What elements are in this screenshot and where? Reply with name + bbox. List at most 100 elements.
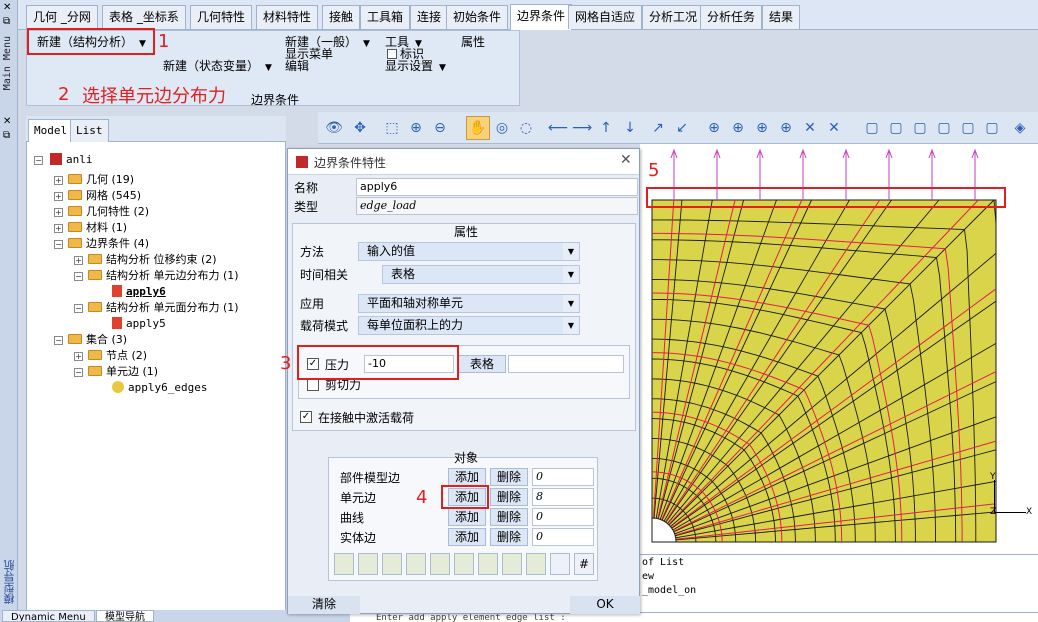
remove-button[interactable]: 删除 <box>490 528 528 546</box>
menu-tab[interactable]: 边界条件 <box>510 4 573 30</box>
menu-tab[interactable]: 几何 _分网 <box>26 5 98 29</box>
tree-item-nodes[interactable]: 节点 (2) <box>88 348 147 364</box>
eye-icon[interactable]: 👁 <box>322 116 346 140</box>
tree-item-bc-face[interactable]: 结构分析 单元面分布力 (1) <box>88 300 239 316</box>
cube-shaded-icon[interactable]: ◈ <box>1008 116 1032 140</box>
fit-view-icon[interactable]: ✥ <box>348 116 372 140</box>
table-field[interactable] <box>508 355 624 373</box>
pan-hand-icon[interactable]: ✋ <box>466 116 490 140</box>
tree-item-bc-disp[interactable]: 结构分析 位移约束 (2) <box>88 252 217 268</box>
cube-view-icon[interactable]: ▢ <box>860 116 884 140</box>
time-select[interactable]: 表格 ▼ <box>382 265 580 284</box>
collapse-icon[interactable]: − <box>74 272 83 281</box>
menu-tab[interactable]: 接触 <box>322 5 361 29</box>
tree-item-sets[interactable]: 集合 (3) <box>68 332 127 348</box>
close-icon[interactable]: ✕ <box>620 152 632 168</box>
select-icon[interactable] <box>478 553 498 575</box>
properties-button[interactable]: 属性 <box>461 33 485 50</box>
load-mode-select[interactable]: 每单位面积上的力 ▼ <box>358 316 580 335</box>
cube-front-icon[interactable]: ▢ <box>884 116 908 140</box>
select-icon[interactable] <box>454 553 474 575</box>
apply-select[interactable]: 平面和轴对称单元 ▼ <box>358 294 580 313</box>
rotate-y-icon[interactable]: ⊕ <box>750 116 774 140</box>
tab-model[interactable]: Model <box>28 119 74 142</box>
edit-button[interactable]: 编辑 <box>285 57 309 74</box>
ok-button[interactable]: OK <box>570 596 640 614</box>
name-field[interactable]: apply6 <box>356 178 638 196</box>
rotate-y2-icon[interactable]: ⊕ <box>774 116 798 140</box>
select-icon[interactable] <box>406 553 426 575</box>
menu-tab[interactable]: 网格自适应 <box>568 5 643 29</box>
cube-side-icon[interactable]: ▢ <box>932 116 956 140</box>
clear-button[interactable]: 清除 <box>288 596 360 614</box>
menu-tab[interactable]: 分析任务 <box>700 5 763 29</box>
remove-button[interactable]: 删除 <box>490 488 528 506</box>
collapse-icon[interactable]: − <box>34 156 43 165</box>
tree-item-geometry[interactable]: 几何 (19) <box>68 172 134 188</box>
collapse-icon[interactable]: − <box>54 336 63 345</box>
diag-down-icon[interactable]: ↙ <box>670 116 694 140</box>
move-down-icon[interactable]: ↓ <box>618 116 642 140</box>
menu-tab[interactable]: 表格 _坐标系 <box>102 5 186 29</box>
tree-item-geom-props[interactable]: 几何特性 (2) <box>68 204 149 220</box>
tree-item-bc-edge[interactable]: 结构分析 单元边分布力 (1) <box>88 268 239 284</box>
select-all-icon[interactable] <box>334 553 354 575</box>
pin-icon[interactable]: ✕ <box>3 116 11 127</box>
menu-tab[interactable]: 材料特性 <box>256 5 319 29</box>
tree-item-edges[interactable]: 单元边 (1) <box>88 364 158 380</box>
collapse-icon[interactable]: − <box>74 368 83 377</box>
rotate-z-icon[interactable]: ✕ <box>798 116 822 140</box>
menu-tab[interactable]: 几何特性 <box>190 5 253 29</box>
contact-checkbox[interactable]: ✓ <box>300 411 312 423</box>
float-icon[interactable]: ⧉ <box>3 16 10 27</box>
pointer-icon[interactable] <box>550 553 570 575</box>
select-icon[interactable] <box>358 553 378 575</box>
cube-iso-icon[interactable]: ▢ <box>956 116 980 140</box>
tree-item-bc[interactable]: 边界条件 (4) <box>68 236 149 252</box>
zoom-out-icon[interactable]: ⊖ <box>428 116 452 140</box>
pin-icon[interactable]: ✕ <box>3 2 11 13</box>
zoom-in-icon[interactable]: ⊕ <box>404 116 428 140</box>
move-left-icon[interactable]: ⟵ <box>546 116 570 140</box>
tree-item-materials[interactable]: 材料 (1) <box>68 220 127 236</box>
add-button[interactable]: 添加 <box>448 528 486 546</box>
expand-icon[interactable]: + <box>74 256 83 265</box>
add-button[interactable]: 添加 <box>448 468 486 486</box>
display-settings-dropdown[interactable]: 显示设置 ▼ <box>385 57 446 74</box>
zoom-icon[interactable]: ◌ <box>514 116 538 140</box>
expand-icon[interactable]: + <box>54 208 63 217</box>
add-button[interactable]: 添加 <box>448 508 486 526</box>
expand-icon[interactable]: + <box>54 224 63 233</box>
tree-item-mesh[interactable]: 网格 (545) <box>68 188 141 204</box>
cube-iso2-icon[interactable]: ▢ <box>980 116 1004 140</box>
menu-tab[interactable]: 工具箱 <box>360 5 411 29</box>
float-icon[interactable]: ⧉ <box>3 130 10 141</box>
tree-item-apply6[interactable]: apply6 <box>112 284 166 300</box>
tree-root[interactable]: anli <box>50 152 93 168</box>
select-icon[interactable] <box>526 553 546 575</box>
rotate-x-icon[interactable]: ⊕ <box>702 116 726 140</box>
diag-up-icon[interactable]: ↗ <box>646 116 670 140</box>
collapse-icon[interactable]: − <box>74 304 83 313</box>
move-up-icon[interactable]: ↑ <box>594 116 618 140</box>
select-icon[interactable] <box>430 553 450 575</box>
expand-icon[interactable]: + <box>54 176 63 185</box>
tab-model-nav[interactable]: 模型导航 <box>96 610 154 622</box>
tab-list[interactable]: List <box>70 119 109 142</box>
rotate-z2-icon[interactable]: ✕ <box>822 116 846 140</box>
remove-button[interactable]: 删除 <box>490 508 528 526</box>
rotate-x2-icon[interactable]: ⊕ <box>726 116 750 140</box>
tab-dynamic-menu[interactable]: Dynamic Menu <box>2 610 95 622</box>
method-select[interactable]: 输入的值 ▼ <box>358 242 580 261</box>
rotate-icon[interactable]: ◎ <box>490 116 514 140</box>
cube-top-icon[interactable]: ▢ <box>908 116 932 140</box>
new-state-var-dropdown[interactable]: 新建（状态变量） ▼ <box>163 57 272 74</box>
remove-button[interactable]: 删除 <box>490 468 528 486</box>
shear-checkbox[interactable] <box>307 379 319 391</box>
select-icon[interactable] <box>382 553 402 575</box>
expand-icon[interactable]: + <box>74 352 83 361</box>
menu-tab[interactable]: 结果 <box>762 5 801 29</box>
collapse-icon[interactable]: − <box>54 240 63 249</box>
select-icon[interactable] <box>502 553 522 575</box>
menu-tab[interactable]: 初始条件 <box>446 5 509 29</box>
